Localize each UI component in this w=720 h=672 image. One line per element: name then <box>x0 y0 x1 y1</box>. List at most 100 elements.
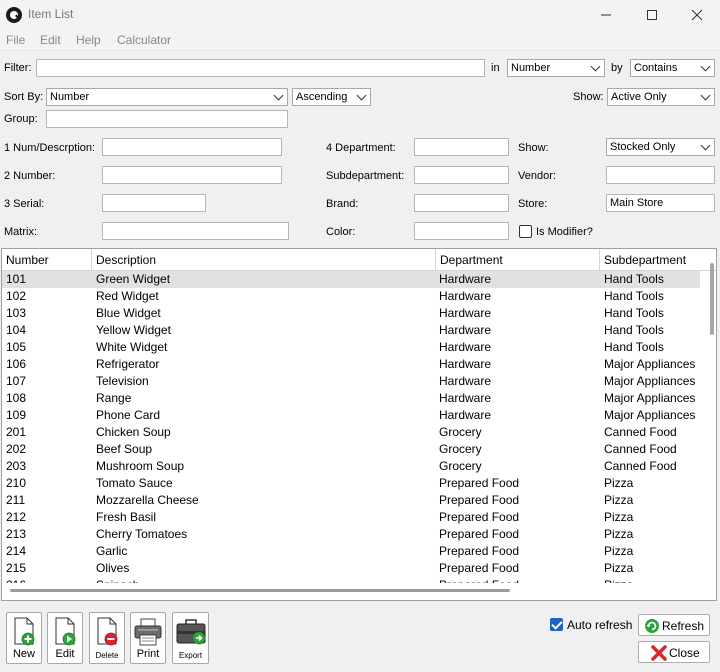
cell-subdepartment: Canned Food <box>604 459 677 473</box>
department-input[interactable] <box>414 138 509 156</box>
store-label: Store: <box>518 198 548 210</box>
vertical-scrollbar[interactable] <box>710 263 714 335</box>
cell-subdepartment: Major Appliances <box>604 408 696 422</box>
cell-subdepartment: Canned Food <box>604 425 677 439</box>
sort-order-value: Ascending <box>296 91 348 103</box>
table-row[interactable]: 105 White Widget Hardware Hand Tools <box>2 339 700 356</box>
auto-refresh-checkbox[interactable] <box>550 618 563 631</box>
refresh-button-label: Refresh <box>662 619 705 633</box>
show-stock-label: Show: <box>518 142 549 154</box>
table-row[interactable]: 211 Mozzarella Cheese Prepared Food Pizza <box>2 492 700 509</box>
cell-description: Mushroom Soup <box>96 459 185 473</box>
menu-calculator[interactable]: Calculator <box>117 33 171 47</box>
table-row[interactable]: 216 Spinach Prepared Food Pizza <box>2 577 700 583</box>
cell-subdepartment: Pizza <box>604 527 634 541</box>
brand-input[interactable] <box>414 194 509 212</box>
table-row[interactable]: 102 Red Widget Hardware Hand Tools <box>2 288 700 305</box>
close-icon <box>691 9 703 21</box>
color-input[interactable] <box>414 222 509 240</box>
minimize-button[interactable] <box>583 0 629 30</box>
chevron-down-icon <box>273 90 284 101</box>
sort-order-select[interactable]: Ascending <box>292 88 371 106</box>
cell-number: 211 <box>6 493 26 507</box>
table-row[interactable]: 201 Chicken Soup Grocery Canned Food <box>2 424 700 441</box>
filter-field-select[interactable]: Number <box>507 59 605 77</box>
chevron-down-icon <box>700 61 711 72</box>
edit-button[interactable]: Edit <box>47 612 83 664</box>
cell-number: 214 <box>6 544 27 558</box>
cell-subdepartment: Hand Tools <box>604 323 664 337</box>
table-row[interactable]: 213 Cherry Tomatoes Prepared Food Pizza <box>2 526 700 543</box>
store-input[interactable]: Main Store <box>606 194 715 212</box>
menu-help[interactable]: Help <box>76 33 101 47</box>
delete-button[interactable]: Delete <box>89 612 125 664</box>
table-row[interactable]: 215 Olives Prepared Food Pizza <box>2 560 700 577</box>
cell-description: Range <box>96 391 132 405</box>
cell-description: Fresh Basil <box>96 510 157 524</box>
cell-number: 101 <box>6 272 27 286</box>
table-row[interactable]: 109 Phone Card Hardware Major Appliances <box>2 407 700 424</box>
matrix-input[interactable] <box>102 222 289 240</box>
cell-department: Grocery <box>439 442 482 456</box>
cell-department: Prepared Food <box>439 510 520 524</box>
cell-description: Chicken Soup <box>96 425 171 439</box>
column-header-department[interactable]: Department <box>436 249 600 271</box>
cell-subdepartment: Hand Tools <box>604 340 664 354</box>
sort-field-select[interactable]: Number <box>46 88 288 106</box>
table-row[interactable]: 203 Mushroom Soup Grocery Canned Food <box>2 458 700 475</box>
new-button-label: New <box>12 648 35 660</box>
table-row[interactable]: 103 Blue Widget Hardware Hand Tools <box>2 305 700 322</box>
cell-description: Beef Soup <box>96 442 153 456</box>
subdepartment-input[interactable] <box>414 166 509 184</box>
cell-description: White Widget <box>96 340 168 354</box>
show-active-select[interactable]: Active Only <box>607 88 715 106</box>
group-input[interactable] <box>46 110 288 128</box>
cell-subdepartment: Pizza <box>604 544 634 558</box>
cell-department: Prepared Food <box>439 577 519 583</box>
refresh-button[interactable]: Refresh <box>638 614 710 636</box>
table-row[interactable]: 108 Range Hardware Major Appliances <box>2 390 700 407</box>
table-row[interactable]: 107 Television Hardware Major Appliances <box>2 373 700 390</box>
cell-subdepartment: Pizza <box>604 476 634 490</box>
cell-subdepartment: Major Appliances <box>604 374 696 388</box>
table-row[interactable]: 210 Tomato Sauce Prepared Food Pizza <box>2 475 700 492</box>
filter-match-select[interactable]: Contains <box>630 59 715 77</box>
filter-match-value: Contains <box>634 62 678 74</box>
print-button[interactable]: Print <box>130 612 166 664</box>
table-row[interactable]: 214 Garlic Prepared Food Pizza <box>2 543 700 560</box>
cell-subdepartment: Pizza <box>604 561 634 575</box>
menu-edit[interactable]: Edit <box>40 33 61 47</box>
table-row[interactable]: 104 Yellow Widget Hardware Hand Tools <box>2 322 700 339</box>
cell-department: Hardware <box>439 391 492 405</box>
is-modifier-checkbox[interactable] <box>519 225 532 238</box>
show-stock-select[interactable]: Stocked Only <box>606 138 715 156</box>
column-header-description[interactable]: Description <box>92 249 436 271</box>
cell-subdepartment: Pizza <box>604 493 634 507</box>
export-button[interactable]: Export <box>172 612 209 664</box>
new-button[interactable]: New <box>6 612 42 664</box>
menu-file[interactable]: File <box>6 33 25 47</box>
cell-number: 215 <box>6 561 27 575</box>
horizontal-scrollbar[interactable] <box>10 589 510 592</box>
table-row[interactable]: 106 Refrigerator Hardware Major Appliances <box>2 356 700 373</box>
cell-description: Green Widget <box>96 272 171 286</box>
vendor-input[interactable] <box>606 166 715 184</box>
table-row[interactable]: 212 Fresh Basil Prepared Food Pizza <box>2 509 700 526</box>
serial-input[interactable] <box>102 194 206 212</box>
cell-description: Phone Card <box>96 408 161 422</box>
cell-description: Yellow Widget <box>96 323 171 337</box>
number-input[interactable] <box>102 166 282 184</box>
maximize-button[interactable] <box>629 0 675 30</box>
close-button[interactable]: Close <box>638 641 710 663</box>
table-row[interactable]: 202 Beef Soup Grocery Canned Food <box>2 441 700 458</box>
filter-field-value: Number <box>511 62 551 74</box>
table-row[interactable]: 101 Green Widget Hardware Hand Tools <box>2 271 700 288</box>
column-header-subdepartment[interactable]: Subdepartment <box>600 249 716 271</box>
cell-department: Hardware <box>439 306 492 320</box>
cell-department: Hardware <box>439 272 492 286</box>
cell-subdepartment: Major Appliances <box>604 357 696 371</box>
num-desc-input[interactable] <box>102 138 282 156</box>
filter-input[interactable] <box>36 59 485 77</box>
close-window-button[interactable] <box>674 0 720 30</box>
column-header-number[interactable]: Number <box>2 249 92 271</box>
